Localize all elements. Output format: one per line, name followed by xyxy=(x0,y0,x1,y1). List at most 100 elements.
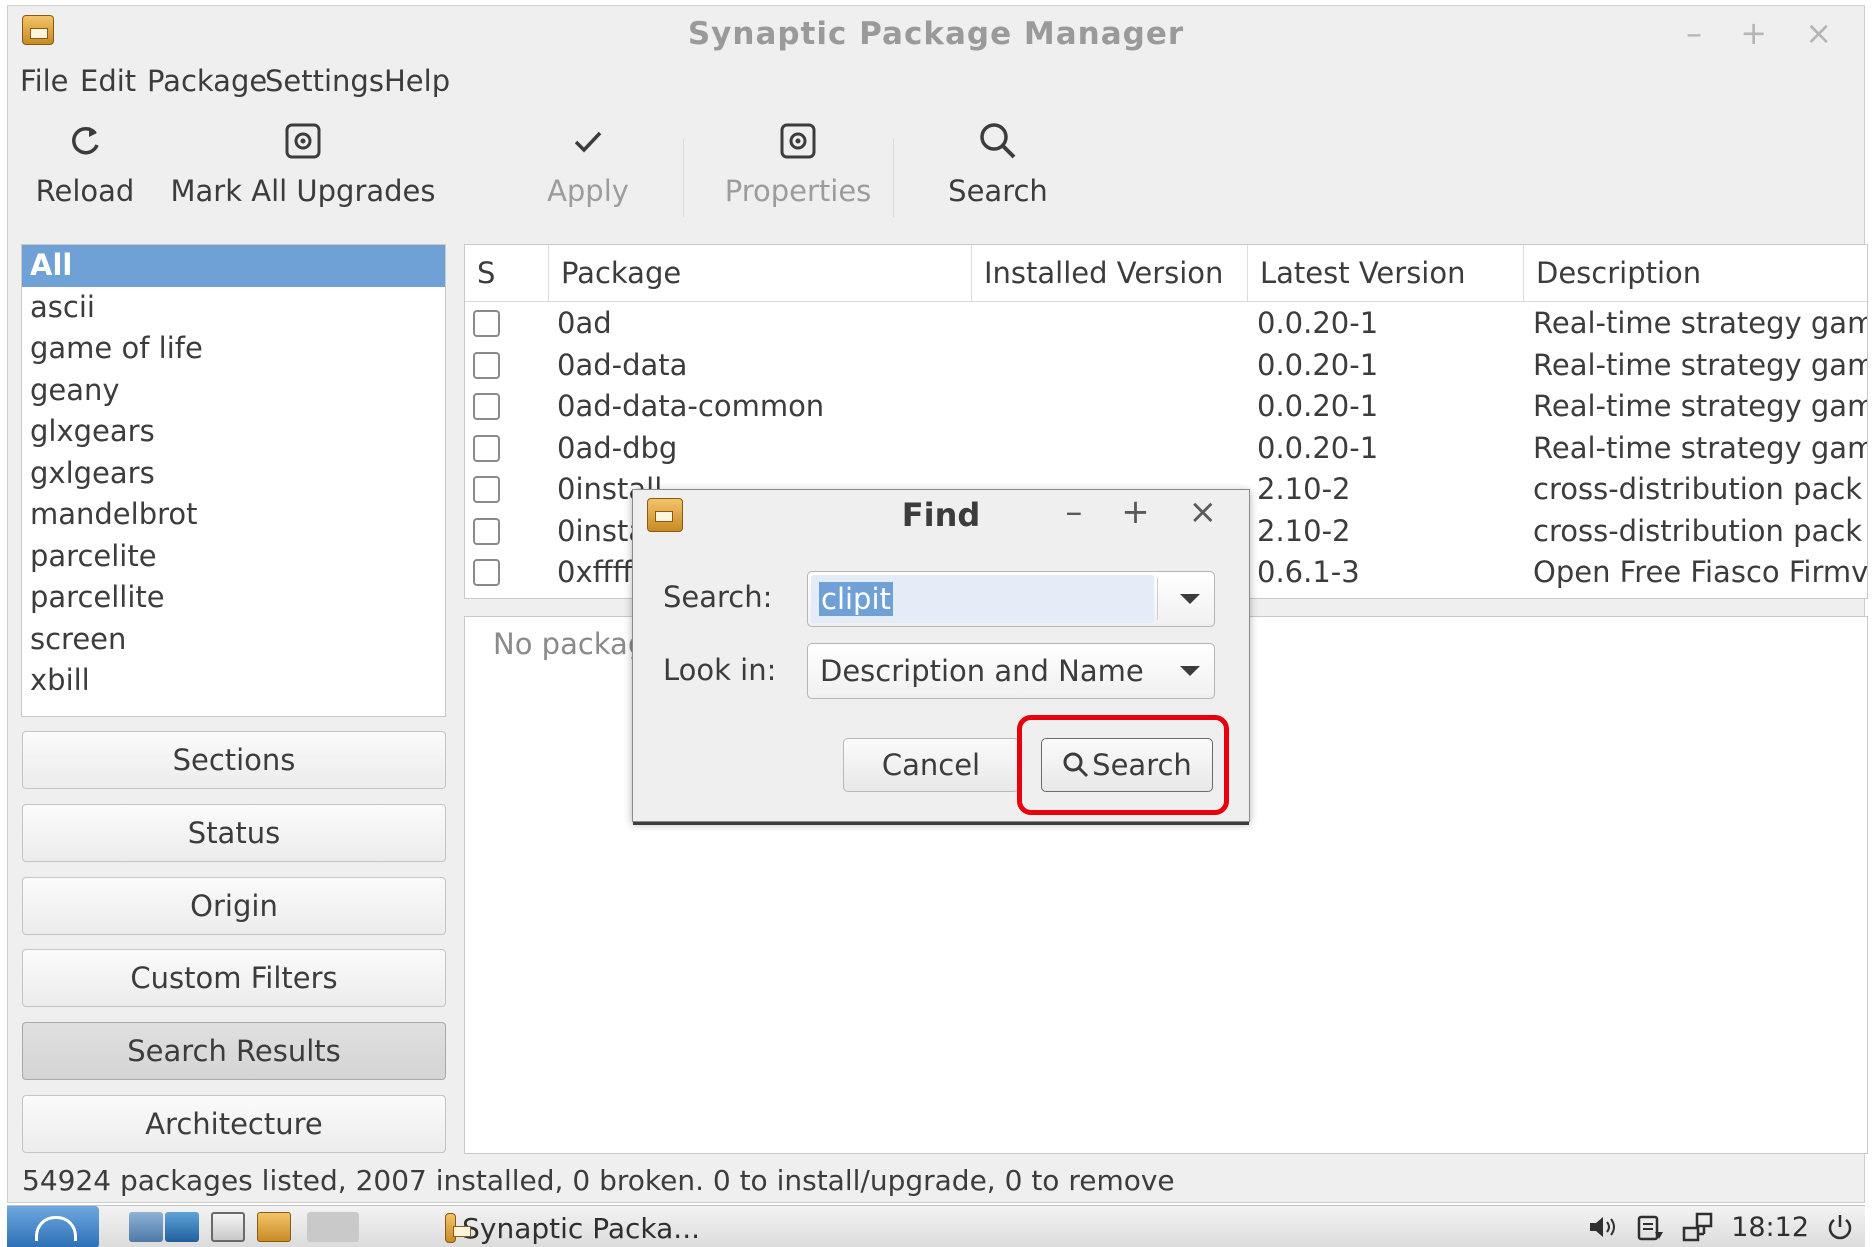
origin-button[interactable]: Origin xyxy=(22,877,446,935)
package-name: 0ad-dbg xyxy=(557,430,678,465)
filter-item[interactable]: parcelite xyxy=(22,536,445,578)
filter-item[interactable]: xbill xyxy=(22,660,445,702)
package-description: cross-distribution pack xyxy=(1533,472,1863,506)
menubar: File Edit Package Settings Help xyxy=(8,64,1864,106)
filter-item[interactable]: geany xyxy=(22,370,445,412)
package-checkbox[interactable] xyxy=(473,351,500,379)
menu-help[interactable]: Help xyxy=(384,64,450,98)
table-row[interactable]: 0ad-dbg 0.0.20-1 Real-time strategy gam xyxy=(465,428,1867,470)
menu-file[interactable]: File xyxy=(20,64,69,98)
taskbar-synaptic-task[interactable]: Synaptic Packa... xyxy=(445,1210,700,1246)
synaptic-launcher-icon[interactable] xyxy=(257,1212,291,1242)
toolbar-separator xyxy=(893,139,894,217)
chevron-down-icon[interactable] xyxy=(1180,594,1200,604)
package-checkbox[interactable] xyxy=(473,310,500,337)
system-tray: 18:12 xyxy=(1587,1209,1855,1245)
chevron-down-icon xyxy=(1180,666,1200,676)
architecture-button[interactable]: Architecture xyxy=(22,1095,446,1153)
filter-item[interactable]: glxgears xyxy=(22,411,445,453)
search-button-highlight xyxy=(1017,715,1229,815)
column-header-installed-version[interactable]: Installed Version xyxy=(972,245,1248,302)
latest-version: 0.0.20-1 xyxy=(1257,306,1379,340)
filter-item[interactable]: mandelbrot xyxy=(22,494,445,536)
properties-button[interactable]: Properties xyxy=(708,114,888,232)
file-manager-icon[interactable] xyxy=(129,1212,163,1242)
cancel-button[interactable]: Cancel xyxy=(843,738,1019,792)
clock[interactable]: 18:12 xyxy=(1731,1212,1809,1243)
browser-icon[interactable] xyxy=(165,1212,199,1242)
gear-box-icon xyxy=(285,123,321,159)
installed-version xyxy=(977,428,1247,470)
sections-button[interactable]: Sections xyxy=(22,731,446,789)
look-in-label: Look in: xyxy=(663,653,777,687)
terminal-icon[interactable] xyxy=(211,1212,245,1242)
installed-version xyxy=(977,345,1247,387)
clipboard-icon[interactable] xyxy=(1635,1212,1665,1242)
checkmark-icon xyxy=(574,131,602,153)
latest-version: 0.0.20-1 xyxy=(1257,347,1379,382)
dialog-close-button[interactable]: × xyxy=(1189,492,1232,532)
menu-package[interactable]: Package xyxy=(147,64,267,98)
filter-item[interactable]: game of life xyxy=(22,328,445,370)
search-toolbar-button[interactable]: Search xyxy=(928,114,1068,232)
reload-button[interactable]: Reload xyxy=(26,114,144,232)
package-description: cross-distribution pack xyxy=(1533,513,1863,548)
filter-item[interactable]: parcellite xyxy=(22,577,445,619)
search-results-button[interactable]: Search Results xyxy=(22,1022,446,1080)
package-checkbox[interactable] xyxy=(473,476,500,503)
package-checkbox[interactable] xyxy=(473,517,500,545)
filter-item-all[interactable]: All xyxy=(22,245,445,287)
latest-version: 2.10-2 xyxy=(1257,472,1351,506)
filter-item[interactable]: screen xyxy=(22,619,445,661)
titlebar[interactable]: Synaptic Package Manager – + × xyxy=(8,6,1864,58)
latest-version: 0.6.1-3 xyxy=(1257,555,1360,589)
network-icon[interactable] xyxy=(1681,1212,1715,1242)
package-description: Open Free Fiasco Firmv xyxy=(1533,555,1868,589)
maximize-button[interactable]: + xyxy=(1740,14,1781,52)
table-row[interactable]: 0ad-data 0.0.20-1 Real-time strategy gam xyxy=(465,345,1867,387)
volume-icon[interactable] xyxy=(1587,1213,1619,1241)
start-menu-button[interactable] xyxy=(7,1206,99,1247)
status-button[interactable]: Status xyxy=(22,804,446,862)
mark-all-upgrades-button[interactable]: Mark All Upgrades xyxy=(168,114,438,232)
desktop-pager[interactable] xyxy=(307,1212,359,1242)
power-icon[interactable] xyxy=(1825,1212,1855,1242)
table-row[interactable]: 0ad-data-common 0.0.20-1 Real-time strat… xyxy=(465,386,1867,428)
column-header-s[interactable]: S xyxy=(465,245,549,302)
package-name: 0ad xyxy=(557,306,612,340)
apply-button[interactable]: Apply xyxy=(528,114,648,232)
custom-filters-button[interactable]: Custom Filters xyxy=(22,949,446,1007)
close-button[interactable]: × xyxy=(1805,14,1846,52)
window-controls: – + × xyxy=(1686,14,1846,52)
menu-edit[interactable]: Edit xyxy=(80,64,136,98)
installed-version xyxy=(977,303,1247,345)
dialog-minimize-button[interactable]: – xyxy=(1065,492,1096,532)
latest-version: 0.0.20-1 xyxy=(1257,389,1379,423)
minimize-button[interactable]: – xyxy=(1686,14,1716,52)
menu-settings[interactable]: Settings xyxy=(265,64,384,98)
package-checkbox[interactable] xyxy=(473,559,500,586)
search-combo[interactable]: clipit xyxy=(807,571,1215,627)
filter-item[interactable]: gxlgears xyxy=(22,453,445,495)
gear-box-icon xyxy=(780,123,816,159)
table-row[interactable]: 0ad 0.0.20-1 Real-time strategy gam xyxy=(465,303,1867,345)
column-header-description[interactable]: Description xyxy=(1524,245,1867,302)
details-placeholder-text: No packag xyxy=(493,627,647,661)
package-checkbox[interactable] xyxy=(473,393,500,420)
column-header-package[interactable]: Package xyxy=(549,245,972,302)
search-label: Search: xyxy=(663,580,773,614)
table-header: S Package Installed Version Latest Versi… xyxy=(465,245,1867,302)
taskbar: Synaptic Packa... 18:12 xyxy=(7,1205,1865,1247)
package-checkbox[interactable] xyxy=(473,434,500,462)
filter-list: All ascii game of life geany glxgears gx… xyxy=(21,244,446,717)
column-header-latest-version[interactable]: Latest Version xyxy=(1248,245,1524,302)
package-name: 0ad-data-common xyxy=(557,389,825,423)
dialog-maximize-button[interactable]: + xyxy=(1121,492,1164,532)
package-description: Real-time strategy gam xyxy=(1533,389,1868,423)
package-description: Real-time strategy gam xyxy=(1533,430,1868,465)
filter-item[interactable]: ascii xyxy=(22,287,445,329)
look-in-value: Description and Name xyxy=(820,654,1144,688)
search-input[interactable]: clipit xyxy=(811,575,1154,623)
toolbar: Reload Mark All Upgrades Apply Propertie… xyxy=(8,114,1864,234)
look-in-select[interactable]: Description and Name xyxy=(807,643,1215,699)
